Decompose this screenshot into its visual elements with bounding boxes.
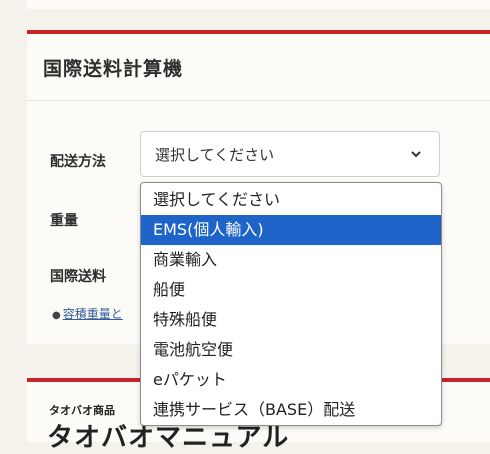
shipping-method-dropdown[interactable]: 選択してください EMS(個人輸入) 商業輸入 船便 特殊船便 電池航空便 eパ… [140,182,442,426]
dropdown-option[interactable]: 船便 [141,275,441,305]
dropdown-option-highlighted[interactable]: EMS(個人輸入) [141,215,441,245]
section-small-label: タオバオ商品 [49,404,115,417]
shipping-method-label: 配送方法 [50,154,106,170]
shipping-method-select[interactable]: 選択してください [140,131,440,177]
dropdown-option[interactable]: 連携サービス（BASE）配送 [141,395,441,425]
lightbulb-icon: ● [52,310,61,321]
dropdown-option[interactable]: eパケット [141,365,441,395]
dropdown-option[interactable]: 特殊船便 [141,305,441,335]
volume-weight-hint[interactable]: ● 容積重量と [52,305,123,322]
intl-shipping-label: 国際送料 [50,269,106,285]
hint-link[interactable]: 容積重量と [63,307,123,321]
dropdown-option[interactable]: 選択してください [141,185,441,215]
previous-card-bottom [27,0,490,9]
dropdown-option[interactable]: 商業輸入 [141,245,441,275]
chevron-down-icon [411,151,421,158]
shipping-method-value: 選択してください [155,145,275,164]
calculator-title: 国際送料計算機 [27,34,490,101]
weight-label: 重量 [50,213,78,229]
dropdown-option[interactable]: 電池航空便 [141,335,441,365]
